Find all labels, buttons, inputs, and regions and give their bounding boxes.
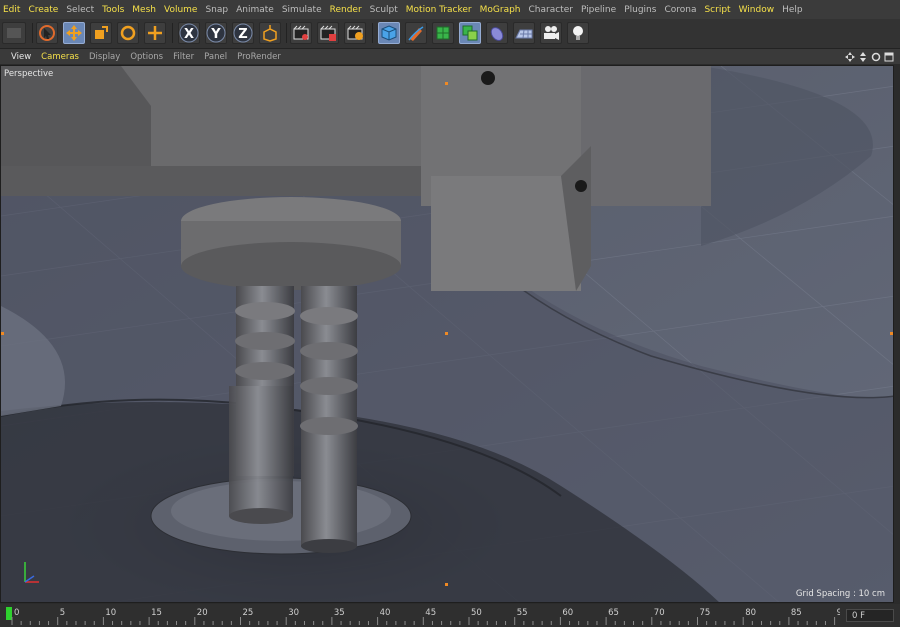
menu-mesh[interactable]: Mesh [129,5,161,15]
timeline-tick-label: 15 [151,608,162,618]
camera-icon[interactable] [540,22,562,44]
viewport-menu-bar: View Cameras Display Options Filter Pane… [0,49,900,64]
timeline-tick-label: 5 [60,608,65,618]
menu-edit[interactable]: Edit [0,5,25,15]
menu-pipeline[interactable]: Pipeline [578,5,621,15]
playhead-marker[interactable] [6,607,12,620]
menu-motion-tracker[interactable]: Motion Tracker [403,5,477,15]
main-toolbar: X Y Z [0,19,900,49]
array-generator-icon[interactable] [459,22,481,44]
toolbar-separator [286,23,287,43]
timeline-tick-label: 0 [14,608,19,618]
live-selection-icon[interactable] [36,22,58,44]
menu-volume[interactable]: Volume [161,5,202,15]
timeline-tick-label: 70 [654,608,665,618]
menu-select[interactable]: Select [63,5,99,15]
menu-character[interactable]: Character [526,5,578,15]
viewport-menu-filter[interactable]: Filter [168,52,199,62]
menu-sculpt[interactable]: Sculpt [367,5,403,15]
rotate-icon[interactable] [117,22,139,44]
timeline-ticks: 0 5 10 15 20 25 30 35 40 45 50 55 60 65 70 75 80 85 90 [0,604,840,627]
timeline-tick-label: 85 [791,608,802,618]
viewport-menu-cameras[interactable]: Cameras [36,52,84,62]
spring-left [229,286,295,524]
menu-help[interactable]: Help [779,5,808,15]
svg-text:Z: Z [238,27,247,42]
menu-corona[interactable]: Corona [661,5,701,15]
light-icon[interactable] [567,22,589,44]
toolbar-separator [32,23,33,43]
current-frame-field[interactable]: 0 F [846,609,894,622]
coordinate-system-icon[interactable] [259,22,281,44]
menu-window[interactable]: Window [736,5,780,15]
render-to-picture-viewer-icon[interactable] [317,22,339,44]
floor-environment-icon[interactable] [513,22,535,44]
menu-mograph[interactable]: MoGraph [477,5,526,15]
subdivision-surface-icon[interactable] [432,22,454,44]
render-settings-icon[interactable] [344,22,366,44]
timeline-tick-label: 20 [197,608,208,618]
svg-text:X: X [184,27,194,42]
timeline-tick-label: 50 [471,608,482,618]
menu-render[interactable]: Render [327,5,367,15]
viewport-menu-options[interactable]: Options [125,52,168,62]
menu-tools[interactable]: Tools [99,5,129,15]
menu-simulate[interactable]: Simulate [279,5,327,15]
menu-plugins[interactable]: Plugins [621,5,661,15]
cube-primitive-icon[interactable] [378,22,400,44]
viewport-rotate-icon[interactable] [871,52,881,62]
y-axis-lock-icon[interactable]: Y [205,22,227,44]
viewport-move-icon[interactable] [845,51,855,62]
menu-snap[interactable]: Snap [202,5,233,15]
timeline-tick-label: 55 [517,608,528,618]
deformer-icon[interactable] [486,22,508,44]
viewport-menu-prorender[interactable]: ProRender [232,52,286,62]
timeline-tick-label: 65 [608,608,619,618]
toolbar-separator [372,23,373,43]
viewport-menu-view[interactable]: View [6,52,36,62]
menu-create[interactable]: Create [25,5,63,15]
menu-animate[interactable]: Animate [233,5,279,15]
timeline-tick-label: 25 [243,608,254,618]
svg-text:Y: Y [210,27,221,42]
x-axis-lock-icon[interactable]: X [178,22,200,44]
timeline-tick-label: 35 [334,608,345,618]
recent-tool-icon[interactable] [144,22,166,44]
viewport-nav-icons [845,49,894,64]
spring-right [300,286,358,553]
grid-spacing-readout: Grid Spacing : 10 cm [795,589,885,599]
move-icon[interactable] [63,22,85,44]
toolbar-separator [172,23,173,43]
scale-icon[interactable] [90,22,112,44]
timeline-tick-label: 40 [380,608,391,618]
timeline-tick-label: 10 [105,608,116,618]
timeline-tick-label: 45 [425,608,436,618]
viewport-camera-label: Perspective [4,69,54,79]
timeline-tick-label: 30 [288,608,299,618]
menu-script[interactable]: Script [701,5,735,15]
z-axis-lock-icon[interactable]: Z [232,22,254,44]
timeline-tick-label: 90 [837,608,840,618]
timeline-tick-label: 75 [700,608,711,618]
viewport-maximize-icon[interactable] [884,52,894,62]
viewport-menu-panel[interactable]: Panel [199,52,232,62]
perspective-viewport[interactable]: Perspective Grid Spacing : 10 cm [0,65,894,603]
undo-icon[interactable] [2,22,26,44]
timeline-ruler[interactable]: 0 5 10 15 20 25 30 35 40 45 50 55 60 65 70 75 80 85 90 0 F [0,604,900,627]
viewport-menu-display[interactable]: Display [84,52,125,62]
viewport-scene [1,66,893,602]
viewport-zoom-icon[interactable] [858,51,868,62]
pen-spline-icon[interactable] [405,22,427,44]
render-view-icon[interactable] [290,22,312,44]
main-menu-bar: Edit Create Select Tools Mesh Volume Snap Anima… [0,0,900,19]
timeline-tick-label: 60 [562,608,573,618]
timeline-tick-label: 80 [745,608,756,618]
